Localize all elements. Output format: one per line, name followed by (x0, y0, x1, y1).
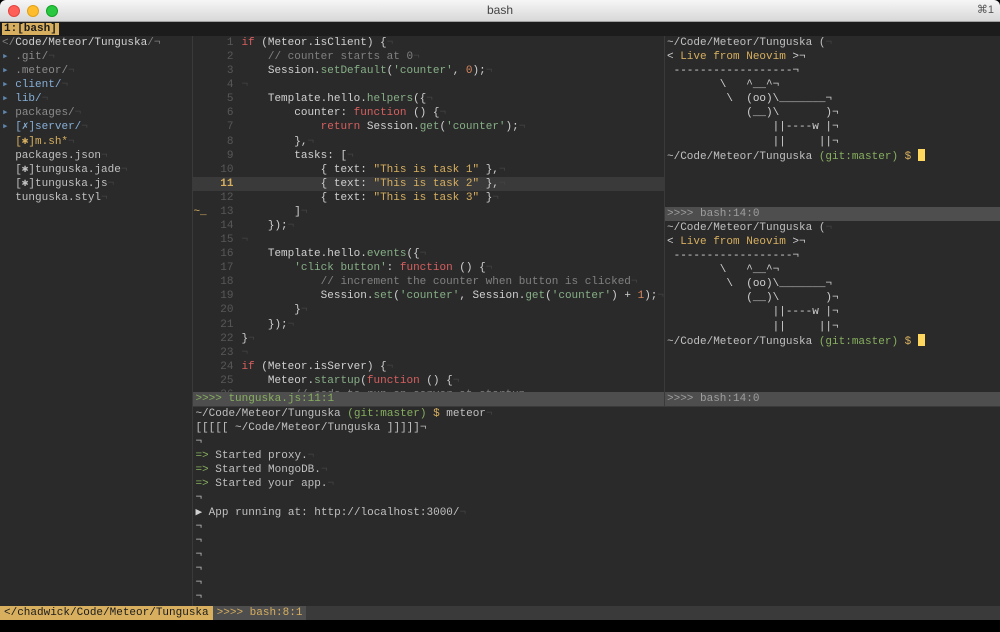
cursor-icon (918, 149, 925, 161)
code-line[interactable]: 4¬ (193, 78, 664, 92)
top-row: 1if (Meteor.isClient) {¬2 // counter sta… (192, 36, 1000, 406)
terminal-line: => Started your app.¬ (195, 477, 998, 491)
window-title: bash (0, 3, 1000, 18)
terminal-window: bash ⌘1 1:[bash] </Code/Meteor/Tunguska/… (0, 0, 1000, 632)
terminal-line: ¬ (195, 435, 998, 449)
tree-header: </Code/Meteor/Tunguska/¬ (2, 36, 190, 50)
terminal-line: ¬ (195, 548, 998, 562)
pane-statusline: >>>> bash:14:0 (665, 392, 1000, 406)
code-line[interactable]: 21 });¬ (193, 318, 664, 332)
terminal-line: ¬ (195, 491, 998, 505)
code-line[interactable]: 6 counter: function () {¬ (193, 106, 664, 120)
tree-item[interactable]: ▸ lib/¬ (2, 92, 190, 106)
tree-item[interactable]: ▸ packages/¬ (2, 106, 190, 120)
right-pane-1[interactable]: ~/Code/Meteor/Tunguska (¬< Live from Neo… (665, 36, 1000, 221)
tmux-tab[interactable]: 1:[bash] (2, 23, 59, 35)
status-left: </chadwick/Code/Meteor/Tunguska (0, 606, 213, 620)
code-line[interactable]: 5 Template.hello.helpers({¬ (193, 92, 664, 106)
right-pane-2[interactable]: ~/Code/Meteor/Tunguska (¬< Live from Neo… (665, 221, 1000, 406)
titlebar[interactable]: bash ⌘1 (0, 0, 1000, 22)
terminal-line: ~/Code/Meteor/Tunguska (git:master) $ me… (195, 407, 998, 421)
tree-item[interactable]: ▸ .meteor/¬ (2, 64, 190, 78)
pane-statusline: >>>> bash:14:0 (665, 207, 1000, 221)
status-mid: >>>> bash:8:1 (213, 606, 307, 620)
code-line[interactable]: 22}¬ (193, 332, 664, 346)
window-shortcut: ⌘1 (977, 3, 994, 17)
terminal-line: ¬ (195, 590, 998, 604)
code-editor[interactable]: 1if (Meteor.isClient) {¬2 // counter sta… (193, 36, 664, 406)
terminal-line: ¬ (195, 562, 998, 576)
terminal-line: ¬ (195, 576, 998, 590)
code-line[interactable]: 19 Session.set('counter', Session.get('c… (193, 289, 664, 303)
code-line[interactable]: 12 { text: "This is task 3" }¬ (193, 191, 664, 205)
code-line[interactable]: 18 // increment the counter when button … (193, 275, 664, 289)
cursor-icon (918, 334, 925, 346)
code-line[interactable]: 20 }¬ (193, 303, 664, 317)
global-statusline: </chadwick/Code/Meteor/Tunguska >>>> bas… (0, 606, 1000, 620)
main-area: 1if (Meteor.isClient) {¬2 // counter sta… (192, 36, 1000, 606)
code-line[interactable]: 14 });¬ (193, 219, 664, 233)
code-line[interactable]: 17 'click button': function () {¬ (193, 261, 664, 275)
code-line[interactable]: 3 Session.setDefault('counter', 0);¬ (193, 64, 664, 78)
editor-statusline: >>>> tunguska.js:11:1 (193, 392, 664, 406)
code-line[interactable]: 11 { text: "This is task 2" },¬ (193, 177, 664, 191)
code-line[interactable]: 15¬ (193, 233, 664, 247)
terminal-line: ▶ App running at: http://localhost:3000/… (195, 506, 998, 520)
workspace: </Code/Meteor/Tunguska/¬ ▸ .git/¬▸ .mete… (0, 36, 1000, 606)
file-tree[interactable]: </Code/Meteor/Tunguska/¬ ▸ .git/¬▸ .mete… (0, 36, 192, 606)
right-column: ~/Code/Meteor/Tunguska (¬< Live from Neo… (664, 36, 1000, 406)
code-line[interactable]: 16 Template.hello.events({¬ (193, 247, 664, 261)
tree-item[interactable]: packages.json¬ (2, 149, 190, 163)
code-line[interactable]: 25 Meteor.startup(function () {¬ (193, 374, 664, 388)
code-line[interactable]: 24if (Meteor.isServer) {¬ (193, 360, 664, 374)
code-line[interactable]: 1if (Meteor.isClient) {¬ (193, 36, 664, 50)
tree-item[interactable]: [✱]tunguska.jade¬ (2, 163, 190, 177)
terminal-line: => Started proxy.¬ (195, 449, 998, 463)
tree-item[interactable]: [✱]tunguska.js¬ (2, 177, 190, 191)
code-line[interactable]: 2 // counter starts at 0¬ (193, 50, 664, 64)
code-line[interactable]: 9 tasks: [¬ (193, 149, 664, 163)
terminal-line: ¬ (195, 520, 998, 534)
tree-item[interactable]: tunguska.styl¬ (2, 191, 190, 205)
tree-item[interactable]: [✱]m.sh*¬ (2, 135, 190, 149)
tmux-status-top: 1:[bash] (0, 22, 1000, 36)
tree-item[interactable]: ▸ client/¬ (2, 78, 190, 92)
tree-item[interactable]: ▸ [✗]server/¬ (2, 120, 190, 134)
terminal-line: ¬ (195, 534, 998, 548)
code-line[interactable]: 23¬ (193, 346, 664, 360)
code-line[interactable]: 7 return Session.get('counter');¬ (193, 120, 664, 134)
bottom-terminal[interactable]: ~/Code/Meteor/Tunguska (git:master) $ me… (192, 406, 1000, 606)
terminal-line: => Started MongoDB.¬ (195, 463, 998, 477)
code-line[interactable]: 10 { text: "This is task 1" },¬ (193, 163, 664, 177)
code-line[interactable]: ~_13 ]¬ (193, 205, 664, 219)
code-line[interactable]: 8 },¬ (193, 135, 664, 149)
terminal-line: [[[[[ ~/Code/Meteor/Tunguska ]]]]]¬ (195, 421, 998, 435)
tree-item[interactable]: ▸ .git/¬ (2, 50, 190, 64)
